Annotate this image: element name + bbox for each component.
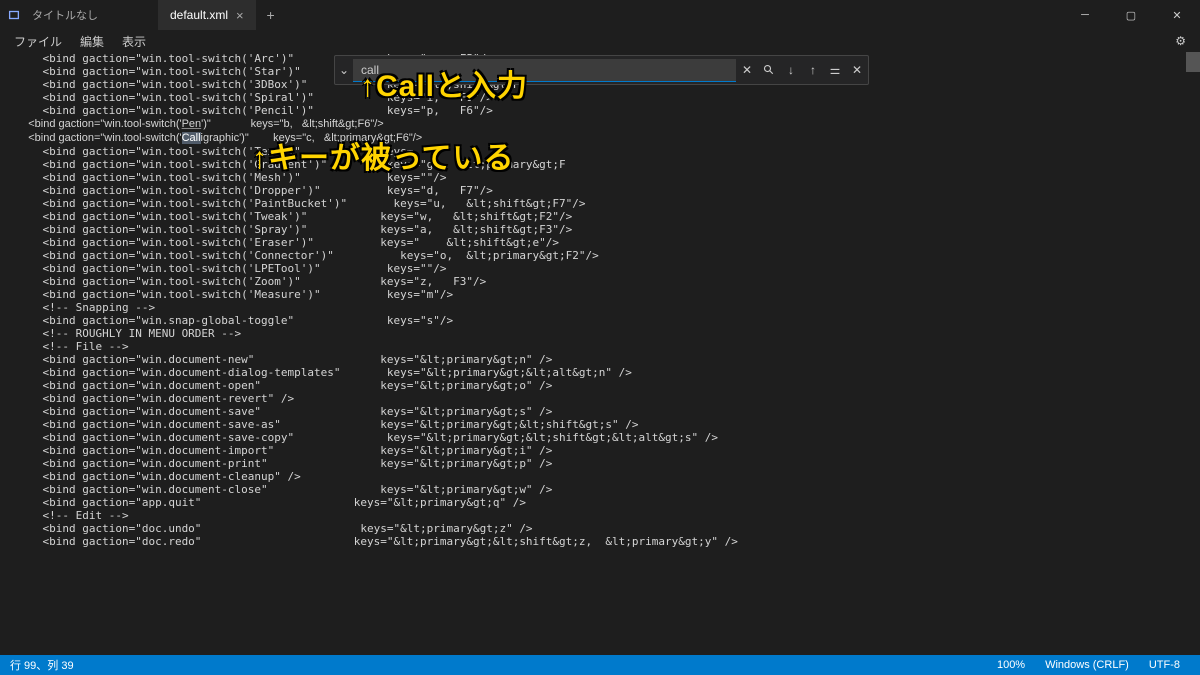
status-bar: 行 99、列 39 100% Windows (CRLF) UTF-8 bbox=[0, 655, 1200, 675]
maximize-button[interactable]: ▢ bbox=[1108, 0, 1154, 30]
prev-match-icon[interactable]: ↑ bbox=[802, 59, 824, 81]
find-bar: ⌄ ✕ ↓ ↑ ⚌ ✕ bbox=[334, 55, 869, 85]
code-line: <bind gaction="win.tool-switch('LPETool'… bbox=[16, 262, 1184, 275]
search-match: Call bbox=[182, 132, 201, 144]
code-line: <bind gaction="win.document-new" keys="&… bbox=[16, 353, 1184, 366]
filter-icon[interactable]: ⚌ bbox=[824, 59, 846, 81]
code-line: <bind gaction="doc.undo" keys="&lt;prima… bbox=[16, 522, 1184, 535]
scrollbar-thumb[interactable] bbox=[1186, 52, 1200, 72]
code-line: <bind gaction="win.tool-switch('Measure'… bbox=[16, 288, 1184, 301]
code-line: <bind gaction="win.tool-switch('Mesh')" … bbox=[16, 171, 1184, 184]
code-line: <bind gaction="win.tool-switch('PaintBuc… bbox=[16, 197, 1184, 210]
code-line: <bind gaction="win.document-print" keys=… bbox=[16, 457, 1184, 470]
zoom-level[interactable]: 100% bbox=[987, 659, 1035, 671]
code-line: <bind gaction="win.document-open" keys="… bbox=[16, 379, 1184, 392]
code-line: <bind gaction="win.tool-switch('Dropper'… bbox=[16, 184, 1184, 197]
cursor-position[interactable]: 行 99、列 39 bbox=[10, 657, 987, 673]
minimize-button[interactable]: ─ bbox=[1062, 0, 1108, 30]
code-line: <bind gaction="win.tool-switch('Pencil')… bbox=[16, 104, 1184, 117]
tab-default-xml[interactable]: default.xml × bbox=[158, 0, 256, 30]
code-line: <bind gaction="win.tool-switch('Text')" … bbox=[16, 145, 1184, 158]
code-line: <bind gaction="win.tool-switch('Gradient… bbox=[16, 158, 1184, 171]
next-match-icon[interactable]: ↓ bbox=[780, 59, 802, 81]
close-icon[interactable]: × bbox=[236, 8, 244, 23]
encoding-indicator[interactable]: UTF-8 bbox=[1139, 659, 1190, 671]
code-line: <bind gaction="win.document-cleanup" /> bbox=[16, 470, 1184, 483]
code-line: <bind gaction="win.tool-switch('Tweak')"… bbox=[16, 210, 1184, 223]
code-line: <bind gaction="doc.redo" keys="&lt;prima… bbox=[16, 535, 1184, 548]
eol-indicator[interactable]: Windows (CRLF) bbox=[1035, 659, 1139, 671]
menu-view[interactable]: 表示 bbox=[114, 31, 154, 52]
code-line: <!-- Snapping --> bbox=[16, 301, 1184, 314]
code-line: <bind gaction="win.document-dialog-templ… bbox=[16, 366, 1184, 379]
code-line: <bind gaction="win.tool-switch('Spiral')… bbox=[16, 91, 1184, 104]
code-line: <bind gaction="win.document-save-as" key… bbox=[16, 418, 1184, 431]
code-line: <bind gaction="win.document-close" keys=… bbox=[16, 483, 1184, 496]
code-line: <!-- Edit --> bbox=[16, 509, 1184, 522]
code-line: <bind gaction="app.quit" keys="&lt;prima… bbox=[16, 496, 1184, 509]
clear-icon[interactable]: ✕ bbox=[736, 59, 758, 81]
tab-label: default.xml bbox=[170, 8, 228, 22]
code-line: <bind gaction="win.document-save-copy" k… bbox=[16, 431, 1184, 444]
new-tab-button[interactable]: + bbox=[256, 0, 286, 30]
gear-icon[interactable]: ⚙ bbox=[1175, 34, 1186, 48]
search-icon[interactable] bbox=[758, 59, 780, 81]
code-line: <bind gaction="win.tool-switch('Connecto… bbox=[16, 249, 1184, 262]
close-search-icon[interactable]: ✕ bbox=[846, 59, 868, 81]
search-input[interactable] bbox=[353, 59, 736, 82]
code-line: <bind gaction="win.tool-switch('Eraser')… bbox=[16, 236, 1184, 249]
code-line: <bind gaction="win.tool-switch('Zoom')" … bbox=[16, 275, 1184, 288]
window-title: タイトルなし bbox=[28, 7, 98, 23]
menu-edit[interactable]: 編集 bbox=[72, 31, 112, 52]
code-line: <bind gaction="win.document-save" keys="… bbox=[16, 405, 1184, 418]
code-line: <!-- File --> bbox=[16, 340, 1184, 353]
app-icon bbox=[0, 0, 28, 30]
close-button[interactable]: ✕ bbox=[1154, 0, 1200, 30]
menu-file[interactable]: ファイル bbox=[6, 31, 70, 52]
editor-area[interactable]: <bind gaction="win.tool-switch('Arc')" k… bbox=[0, 52, 1200, 655]
code-line: <!-- ROUGHLY IN MENU ORDER --> bbox=[16, 327, 1184, 340]
code-line: <bind gaction="win.tool-switch('Spray')"… bbox=[16, 223, 1184, 236]
code-line: <bind gaction="win.document-import" keys… bbox=[16, 444, 1184, 457]
chevron-down-icon[interactable]: ⌄ bbox=[335, 64, 353, 77]
code-line: <bind gaction="win.document-revert" /> bbox=[16, 392, 1184, 405]
code-line: <bind gaction="win.tool-switch('Pen')" k… bbox=[16, 117, 1184, 131]
code-line: <bind gaction="win.snap-global-toggle" k… bbox=[16, 314, 1184, 327]
code-line: <bind gaction="win.tool-switch('Calligra… bbox=[16, 131, 1184, 145]
